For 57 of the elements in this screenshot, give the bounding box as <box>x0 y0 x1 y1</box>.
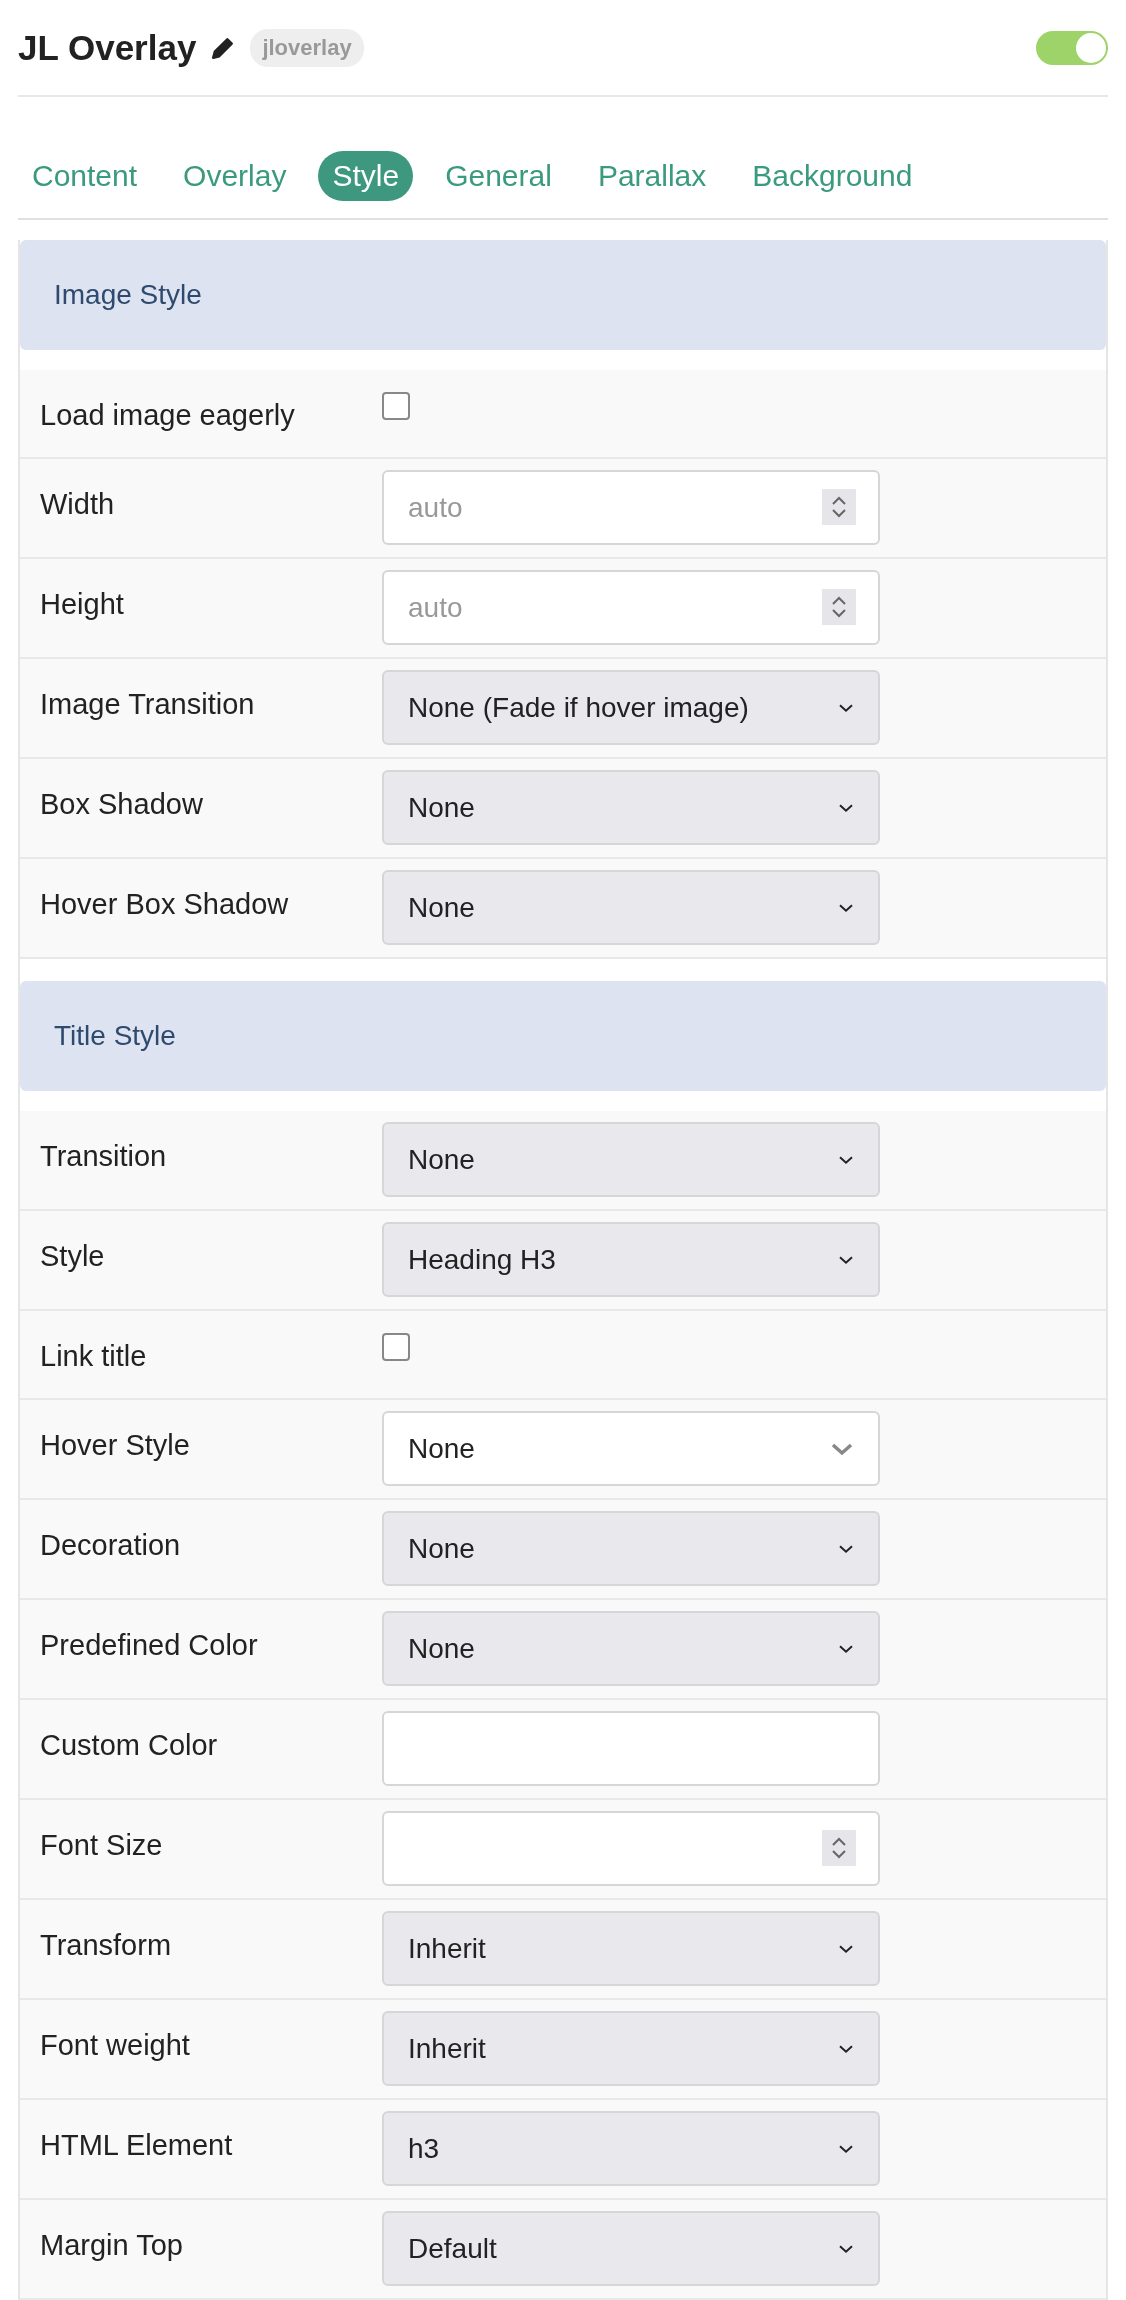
field-label: HTML Element <box>40 2128 234 2162</box>
number-field[interactable]: auto <box>382 570 880 645</box>
chevron-down-icon <box>838 2043 854 2054</box>
select-field[interactable]: None <box>382 1411 880 1486</box>
select-field[interactable]: None <box>382 1511 880 1586</box>
field-label: Decoration <box>40 1528 182 1562</box>
field-label: Margin Top <box>40 2228 184 2262</box>
chevron-down-icon <box>838 1943 854 1954</box>
select-field[interactable]: None <box>382 1122 880 1197</box>
field-label: Transform <box>40 1928 173 1962</box>
field-label: Hover Box Shadow <box>40 887 290 921</box>
field-label: Height <box>40 587 125 621</box>
select-field[interactable]: h3 <box>382 2111 880 2186</box>
select-field[interactable]: None <box>382 1611 880 1686</box>
chevron-down-icon <box>838 802 854 813</box>
chevron-down-icon <box>838 1154 854 1165</box>
select-field[interactable]: None (Fade if hover image) <box>382 670 880 745</box>
chevron-down-icon <box>830 1441 854 1456</box>
chevron-down-icon <box>838 1543 854 1554</box>
chevron-down-icon <box>838 2243 854 2254</box>
field-label: Font weight <box>40 2028 191 2062</box>
field-label: Transition <box>40 1139 168 1173</box>
alias-badge: jloverlay <box>250 28 364 67</box>
field-label: Load image eagerly <box>40 398 296 432</box>
field-label: Hover Style <box>40 1428 191 1462</box>
field-label: Link title <box>40 1339 148 1373</box>
select-field[interactable]: None <box>382 770 880 845</box>
chevron-down-icon <box>838 2143 854 2154</box>
spinner-icon[interactable] <box>822 589 856 625</box>
checkbox[interactable] <box>382 392 410 420</box>
chevron-down-icon <box>838 1254 854 1265</box>
chevron-down-icon <box>838 902 854 913</box>
chevron-down-icon <box>838 702 854 713</box>
field-label: Width <box>40 487 116 521</box>
number-field[interactable]: auto <box>382 470 880 545</box>
field-label: Font Size <box>40 1828 164 1862</box>
field-label: Predefined Color <box>40 1628 259 1662</box>
enable-toggle[interactable] <box>1036 30 1108 65</box>
spinner-icon[interactable] <box>822 1830 856 1866</box>
select-field[interactable]: Heading H3 <box>382 1222 880 1297</box>
section-header: Image Style <box>20 240 1106 350</box>
field-label: Custom Color <box>40 1728 219 1762</box>
field-label: Style <box>40 1239 106 1273</box>
tab[interactable]: Style <box>318 150 414 201</box>
select-field[interactable]: None <box>382 870 880 945</box>
spinner-icon[interactable] <box>822 489 856 525</box>
input-field[interactable] <box>382 1711 880 1786</box>
field-label: Box Shadow <box>40 787 204 821</box>
chevron-down-icon <box>838 1643 854 1654</box>
select-field[interactable]: Inherit <box>382 1911 880 1986</box>
section-header: Title Style <box>20 981 1106 1091</box>
checkbox[interactable] <box>382 1333 410 1361</box>
select-field[interactable]: Default <box>382 2211 880 2286</box>
element-title: JL Overlay <box>18 27 197 68</box>
number-field[interactable] <box>382 1811 880 1886</box>
select-field[interactable]: Inherit <box>382 2011 880 2086</box>
field-label: Image Transition <box>40 687 256 721</box>
